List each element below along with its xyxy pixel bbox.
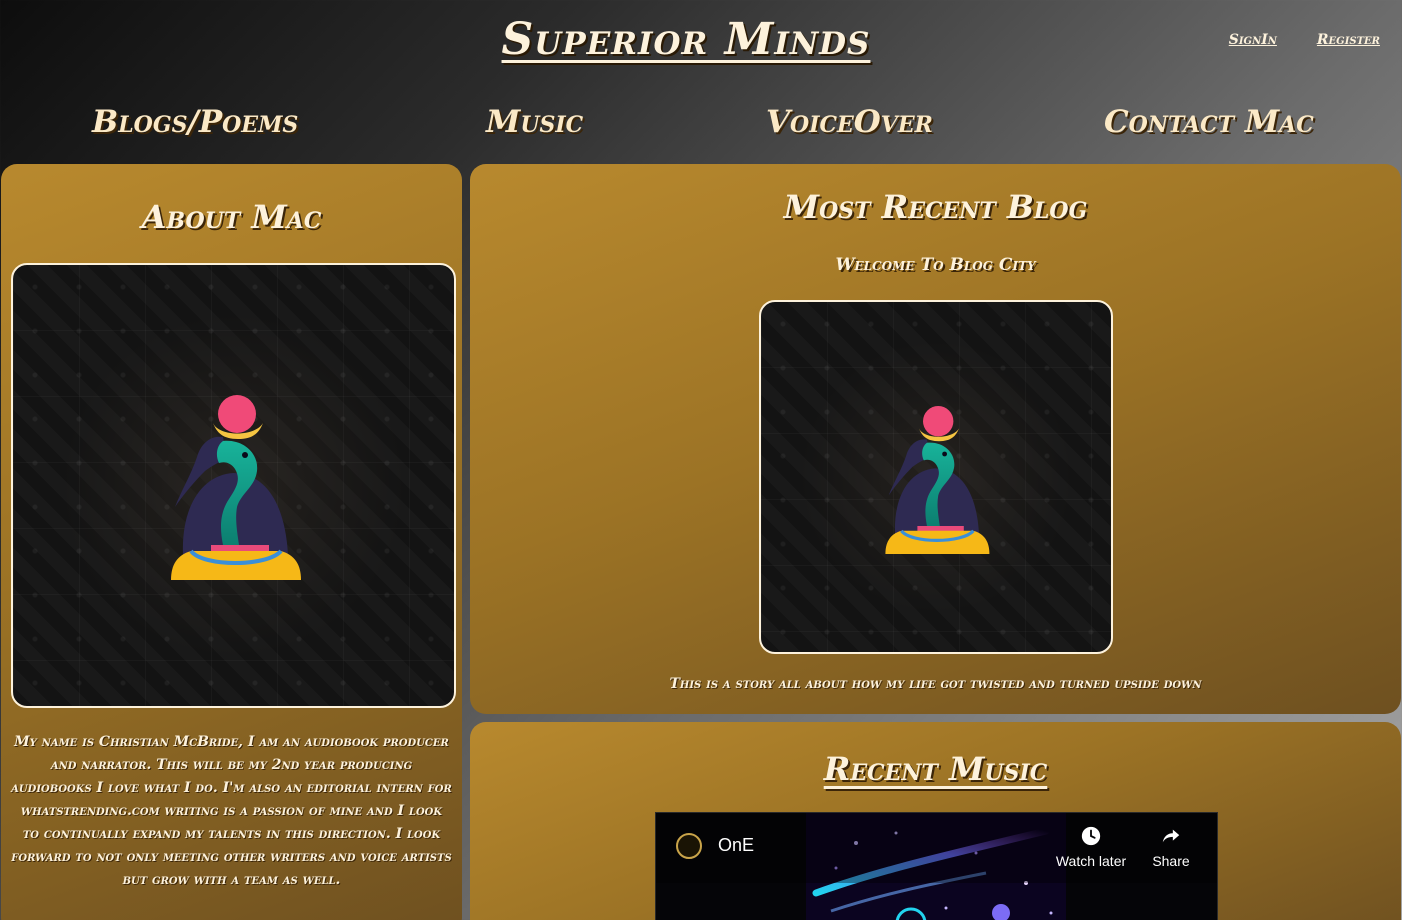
- auth-links: SignIn Register: [1229, 32, 1380, 48]
- thoth-icon: [171, 395, 301, 580]
- about-heading: About Mac: [141, 198, 322, 236]
- music-video-player[interactable]: OnE Watch later Share: [655, 812, 1218, 920]
- main-nav: Blogs/Poems Music VoiceOver Contact Mac: [0, 104, 1402, 154]
- signin-link[interactable]: SignIn: [1229, 32, 1277, 48]
- blog-post-title[interactable]: Welcome To Blog City: [470, 255, 1401, 275]
- blog-post-excerpt: This is a story all about how my life go…: [669, 676, 1202, 692]
- nav-item-voiceover[interactable]: VoiceOver: [766, 104, 933, 140]
- recent-music-panel: Recent Music OnE Watch later Share: [470, 722, 1401, 920]
- register-link[interactable]: Register: [1317, 32, 1380, 48]
- nav-item-contact-mac[interactable]: Contact Mac: [1104, 104, 1314, 140]
- nav-item-blogs-poems[interactable]: Blogs/Poems: [92, 104, 298, 140]
- about-panel: About Mac My name is Christian McBride, …: [1, 164, 462, 920]
- thoth-icon: [885, 406, 990, 554]
- recent-music-heading[interactable]: Recent Music: [470, 750, 1401, 788]
- nav-item-music[interactable]: Music: [486, 104, 583, 140]
- share-button[interactable]: Share: [1126, 825, 1216, 869]
- share-label: Share: [1152, 853, 1190, 869]
- share-icon: [1162, 829, 1180, 843]
- clock-icon: [1081, 826, 1101, 846]
- site-title[interactable]: Superior Minds: [0, 14, 1372, 65]
- recent-blog-panel: Most Recent Blog Welcome To Blog City Th…: [470, 164, 1401, 714]
- watch-later-label: Watch later: [1055, 853, 1127, 869]
- channel-logo[interactable]: [676, 833, 702, 859]
- about-image: [11, 263, 456, 708]
- blog-post-image[interactable]: [759, 300, 1113, 654]
- about-bio: My name is Christian McBride, I am an au…: [11, 734, 452, 888]
- recent-blog-heading: Most Recent Blog: [783, 188, 1088, 226]
- video-title[interactable]: OnE: [718, 835, 754, 856]
- watch-later-button[interactable]: Watch later: [1046, 825, 1136, 869]
